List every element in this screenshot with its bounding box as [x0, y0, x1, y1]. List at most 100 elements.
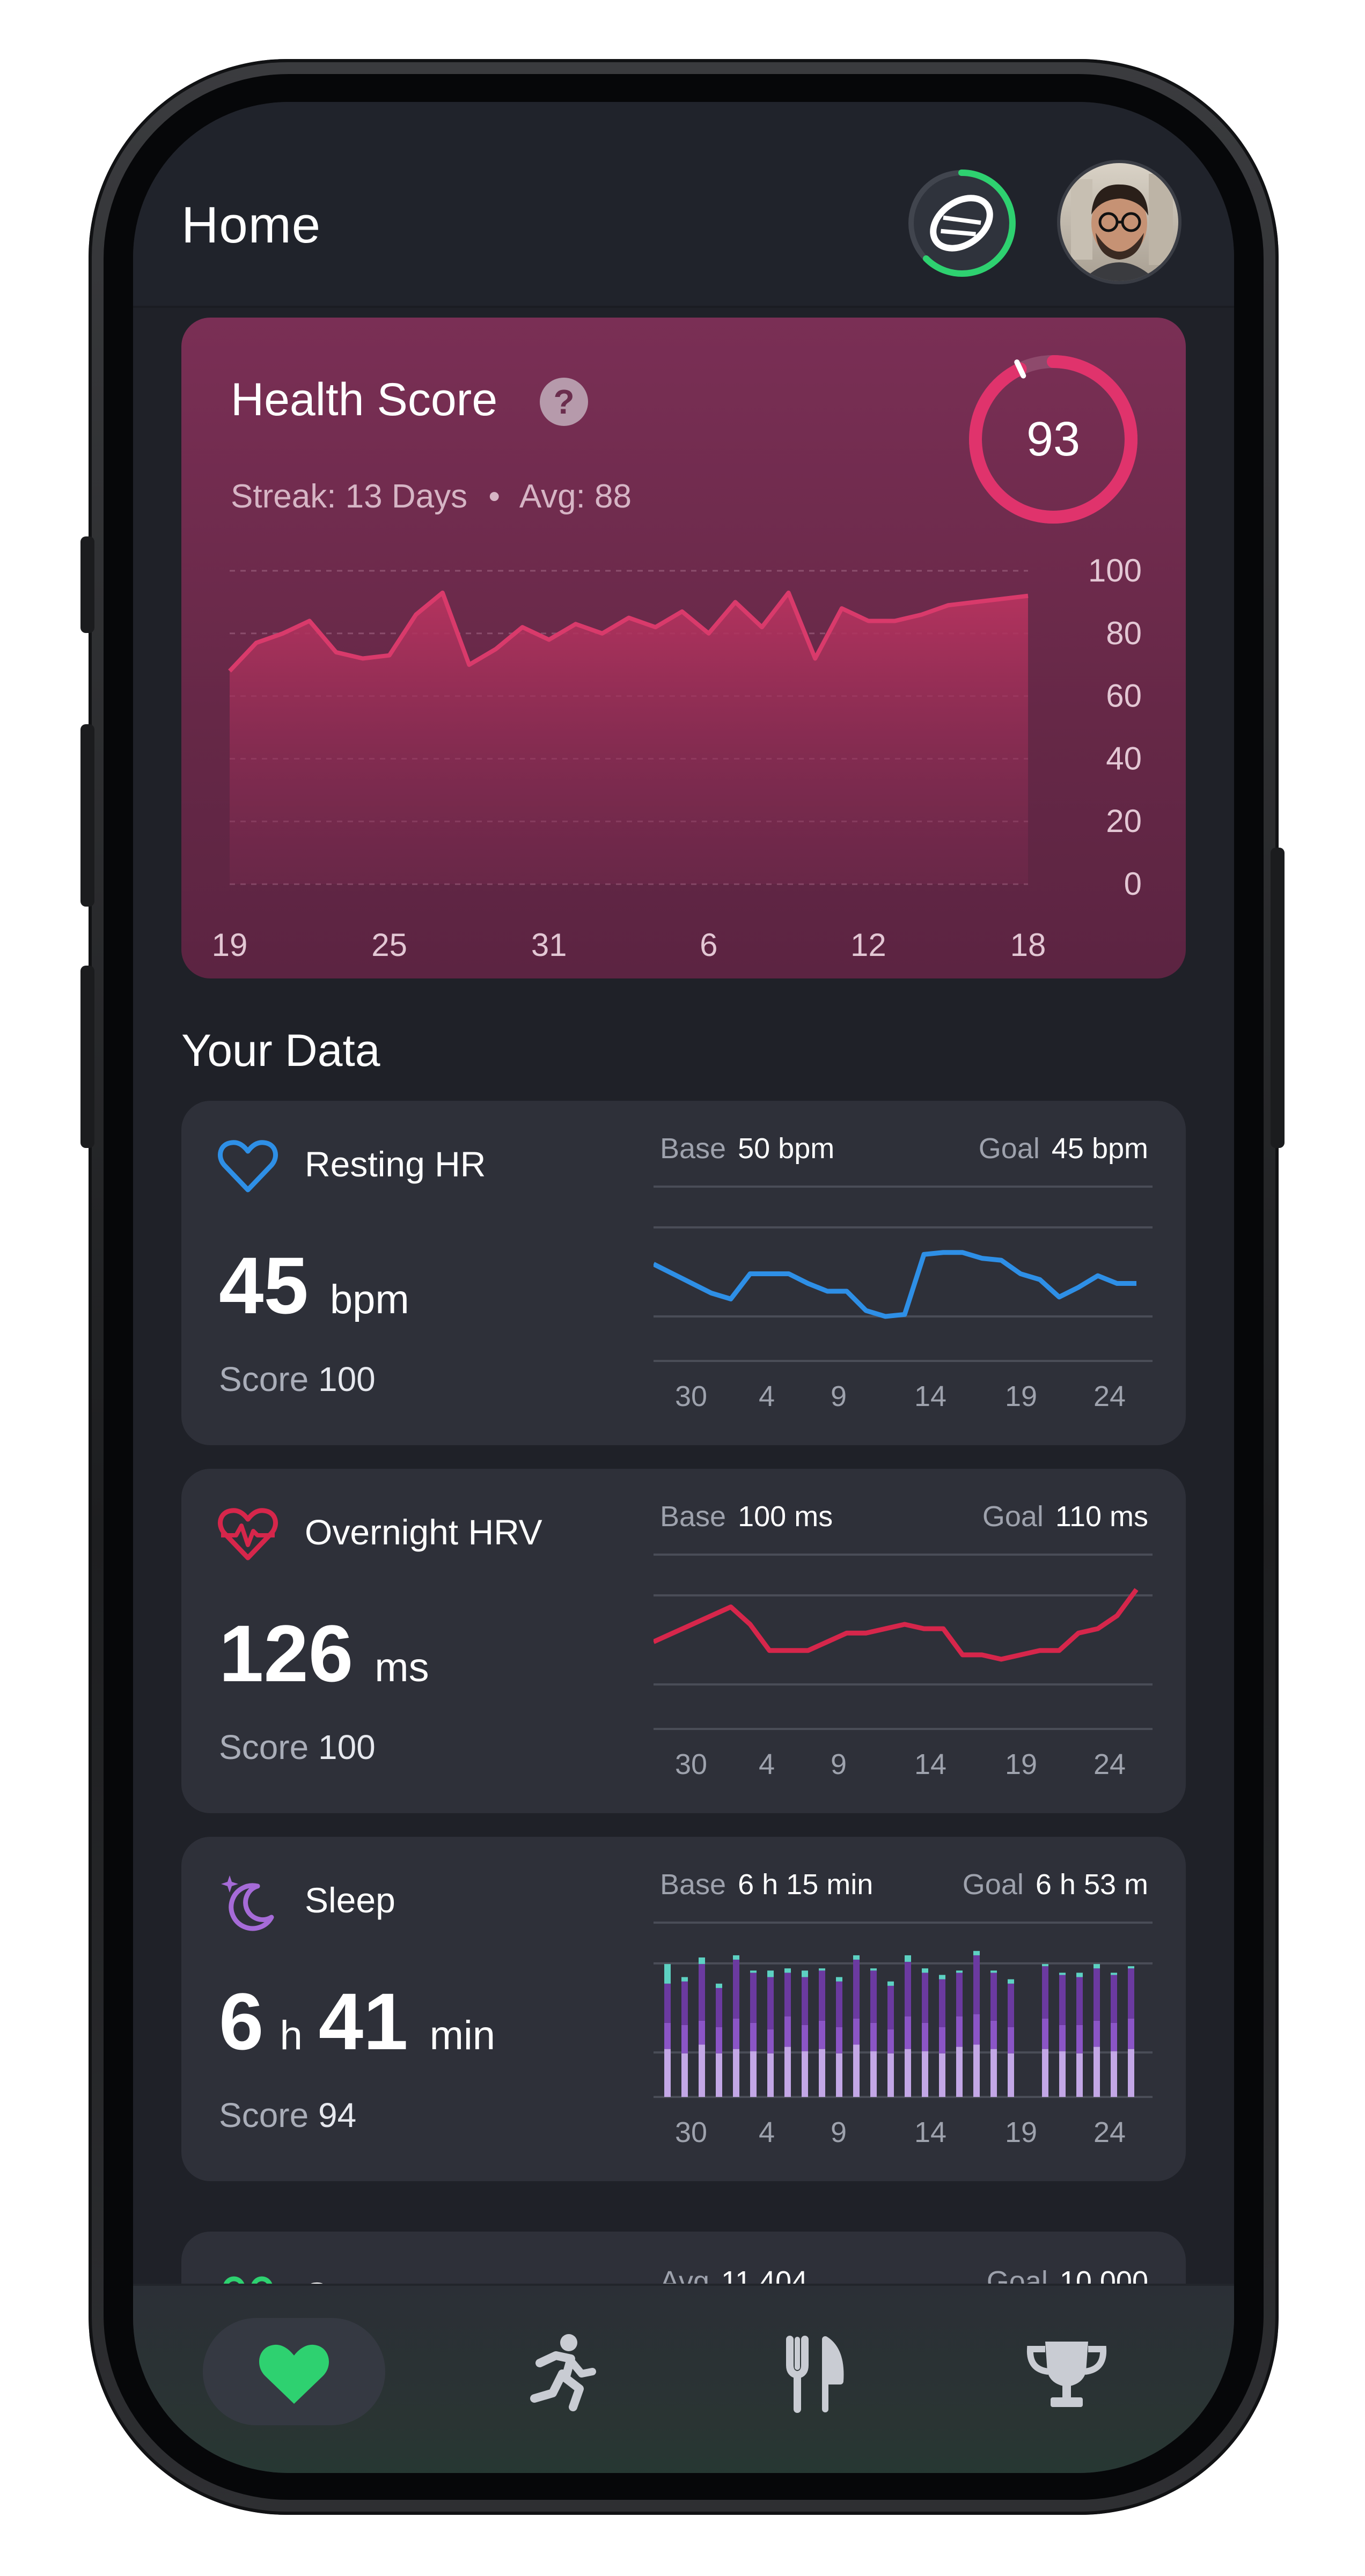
x-tick-label: 19: [1005, 1748, 1038, 1780]
goal-value: 110 ms: [1055, 1500, 1148, 1533]
sleep-bar-light: [681, 2053, 688, 2097]
sleep-bar-light: [990, 2049, 997, 2097]
hrv-chart: [654, 1554, 1153, 1730]
sleep-bar-deep: [767, 1977, 774, 2030]
goal-label: Goal: [962, 1868, 1024, 1901]
x-tick-label: 19: [1005, 1380, 1038, 1412]
sleep-hours-unit: h: [280, 2013, 303, 2058]
goal-label: Goal: [982, 1500, 1044, 1533]
sleep-bar-light: [750, 2051, 757, 2097]
sleep-bar-deep: [836, 1981, 842, 2027]
sleep-bar-light: [939, 2053, 945, 2097]
base-label: Base: [660, 1500, 726, 1533]
sleep-card[interactable]: Sleep 6 h 41 min Score 94 Base 6 h 15 min Go…: [181, 1837, 1186, 2181]
page-title: Home: [181, 196, 321, 254]
hrv-number: 126: [219, 1608, 354, 1698]
side-button: [80, 536, 94, 633]
x-tick-label: 30: [675, 1380, 708, 1412]
sleep-bar-awake: [990, 1970, 997, 1973]
sleep-bar-light: [922, 2051, 928, 2097]
sleep-bar-light: [1059, 2051, 1066, 2097]
sleep-bar-awake: [1128, 1966, 1134, 1969]
sleep-bar-awake: [819, 1968, 825, 1971]
tab-achievements[interactable]: [997, 2318, 1136, 2425]
side-button: [1271, 848, 1285, 1148]
x-tick-label: 4: [759, 1380, 775, 1412]
x-tick-label: 4: [759, 2116, 775, 2148]
sleep-bar-core: [1042, 2018, 1048, 2049]
series-line: [654, 1250, 1136, 1319]
score-label: Score: [219, 2096, 309, 2135]
sleep-bar-deep: [870, 1970, 877, 2023]
sleep-bar-core: [870, 2022, 877, 2051]
hrv-label: Overnight HRV: [305, 1512, 542, 1552]
hrv-value: 126 ms: [219, 1607, 451, 1700]
x-tick-label: 25: [371, 927, 407, 963]
sleep-bar-core: [819, 2020, 825, 2049]
sleep-bar-core: [905, 2016, 911, 2049]
base-label: Base: [660, 1868, 726, 1901]
heart-pulse-icon: [218, 1508, 278, 1561]
sleep-bar-awake: [767, 1970, 774, 1977]
side-button: [80, 966, 94, 1148]
x-tick-label: 14: [914, 1380, 947, 1412]
shoe-ring-button[interactable]: [905, 166, 1018, 280]
resting-hr-card[interactable]: Resting HR 45 bpm Score 100 Base 50 bpm Go…: [181, 1101, 1186, 1445]
sleep-bar-deep: [784, 1973, 791, 2016]
resting-hr-value: 45 bpm: [219, 1239, 431, 1332]
sleep-bar-core: [1076, 2025, 1083, 2054]
x-tick-label: 9: [831, 2116, 847, 2148]
sleep-bar-deep: [802, 1977, 808, 2025]
sleep-bar-light: [716, 2053, 722, 2097]
x-tick-label: 19: [1005, 2116, 1038, 2148]
overnight-hrv-card[interactable]: Overnight HRV 126 ms Score 100 Base 100 ms…: [181, 1469, 1186, 1813]
sleep-bar-deep: [733, 1960, 739, 2019]
sleep-bar-light: [767, 2053, 774, 2097]
sleep-bar-deep: [681, 1981, 688, 2025]
tab-nutrition[interactable]: [737, 2318, 877, 2425]
sleep-bar-core: [922, 2022, 928, 2051]
goal-label: Goal: [978, 1132, 1040, 1165]
sleep-bar-deep: [887, 1985, 894, 2030]
sleep-bar-core: [956, 2016, 963, 2047]
avatar-image: [1060, 163, 1178, 281]
sleep-bar-deep: [750, 1973, 757, 2023]
goal-value: 6 h 53 m: [1035, 1868, 1148, 1901]
score-label: Score: [219, 1360, 309, 1399]
sleep-bar-core: [802, 2025, 808, 2051]
x-tick-label: 12: [850, 927, 886, 963]
x-tick-label: 9: [831, 1748, 847, 1780]
sleep-bar-light: [733, 2049, 739, 2097]
sleep-bar-deep: [699, 1964, 705, 2021]
sleep-bar-core: [664, 2022, 671, 2049]
sleep-minutes: 41: [318, 1976, 408, 2066]
sleep-bar-deep: [716, 1988, 722, 2027]
shoe-ring-icon: [908, 169, 1016, 277]
user-avatar[interactable]: [1057, 160, 1181, 284]
sleep-bar-core: [1094, 2020, 1100, 2047]
sleep-bar-deep: [922, 1973, 928, 2023]
bottom-tab-bar: [133, 2284, 1234, 2473]
hrv-score: Score 100: [219, 1727, 376, 1767]
sleep-bar-deep: [819, 1970, 825, 2021]
sleep-bar-light: [784, 2047, 791, 2097]
sleep-bar-deep: [1008, 1983, 1014, 2027]
sleep-bar-light: [836, 2053, 842, 2097]
sleep-bar-light: [699, 2044, 705, 2097]
sleep-bar-awake: [939, 1975, 945, 1979]
sleep-bar-core: [990, 2020, 997, 2049]
tab-health[interactable]: [203, 2318, 385, 2425]
sleep-bar-awake: [1076, 1973, 1083, 1977]
trophy-icon: [1026, 2342, 1107, 2407]
sleep-bar-awake: [853, 1955, 860, 1960]
heart-outline-icon: [218, 1140, 278, 1193]
sleep-bar-core: [733, 2018, 739, 2049]
sleep-bar-light: [1094, 2047, 1100, 2097]
tab-activity[interactable]: [482, 2318, 621, 2425]
running-icon: [530, 2334, 596, 2411]
sleep-bar-deep: [956, 1973, 963, 2016]
sleep-bar-light: [956, 2047, 963, 2097]
x-tick-label: 31: [531, 927, 567, 963]
health-score-card[interactable]: Health Score ? Streak: 13 Days • Avg: 88…: [181, 318, 1186, 978]
sleep-bar-awake: [1111, 1973, 1117, 1975]
